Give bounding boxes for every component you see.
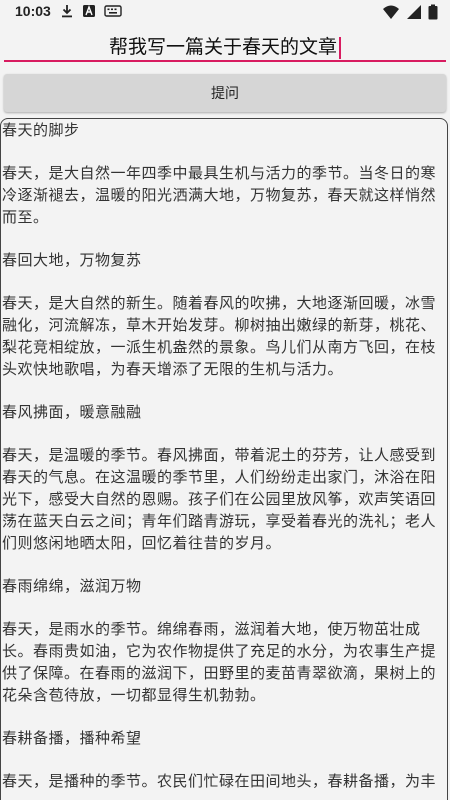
a-badge-icon bbox=[83, 5, 95, 17]
status-bar: 10:03 bbox=[0, 0, 450, 24]
answer-paragraph: 春天，是温暖的季节。春风拂面，带着泥土的芬芳，让人感受到春天的气息。在这温暖的季… bbox=[2, 446, 437, 552]
prompt-area: 帮我写一篇关于春天的文章 bbox=[0, 24, 450, 64]
text-cursor bbox=[339, 36, 341, 59]
keyboard-icon bbox=[104, 5, 122, 17]
prompt-text: 帮我写一篇关于春天的文章 bbox=[108, 36, 337, 58]
answer-heading: 春雨绵绵，滋润万物 bbox=[2, 577, 142, 595]
answer-paragraph: 春天，是播种的季节。农民们忙碌在田间地头，春耕备播，为丰 bbox=[2, 772, 437, 790]
answer-heading: 春回大地，万物复苏 bbox=[2, 251, 142, 269]
answer-heading: 春风拂面，暖意融融 bbox=[2, 403, 142, 421]
status-icons-right bbox=[382, 4, 438, 20]
answer-heading: 春耕备播，播种希望 bbox=[2, 729, 142, 747]
answer-paragraph: 春天，是大自然的新生。随着春风的吹拂，大地逐渐回暖，冰雪融化，河流解冻，草木开始… bbox=[2, 294, 437, 378]
ask-button[interactable]: 提问 bbox=[4, 74, 446, 112]
answer-paragraph: 春天，是大自然一年四季中最具生机与活力的季节。当冬日的寒冷逐渐褪去，温暖的阳光洒… bbox=[2, 164, 437, 226]
battery-icon bbox=[428, 4, 438, 20]
status-icons-left bbox=[60, 4, 122, 18]
download-icon bbox=[62, 5, 72, 18]
status-time: 10:03 bbox=[15, 3, 51, 19]
prompt-input[interactable]: 帮我写一篇关于春天的文章 bbox=[4, 32, 446, 62]
wifi-icon bbox=[383, 5, 399, 19]
answer-title: 春天的脚步 bbox=[2, 121, 80, 139]
answer-paragraph: 春天，是雨水的季节。绵绵春雨，滋润着大地，使万物茁壮成长。春雨贵如油，它为农作物… bbox=[2, 620, 437, 704]
prompt-underline bbox=[4, 60, 446, 62]
signal-icon bbox=[407, 5, 421, 19]
answer-text: 春天的脚步 春天，是大自然一年四季中最具生机与活力的季节。当冬日的寒冷逐渐褪去，… bbox=[2, 119, 445, 792]
answer-box[interactable]: 春天的脚步 春天，是大自然一年四季中最具生机与活力的季节。当冬日的寒冷逐渐褪去，… bbox=[0, 118, 448, 800]
